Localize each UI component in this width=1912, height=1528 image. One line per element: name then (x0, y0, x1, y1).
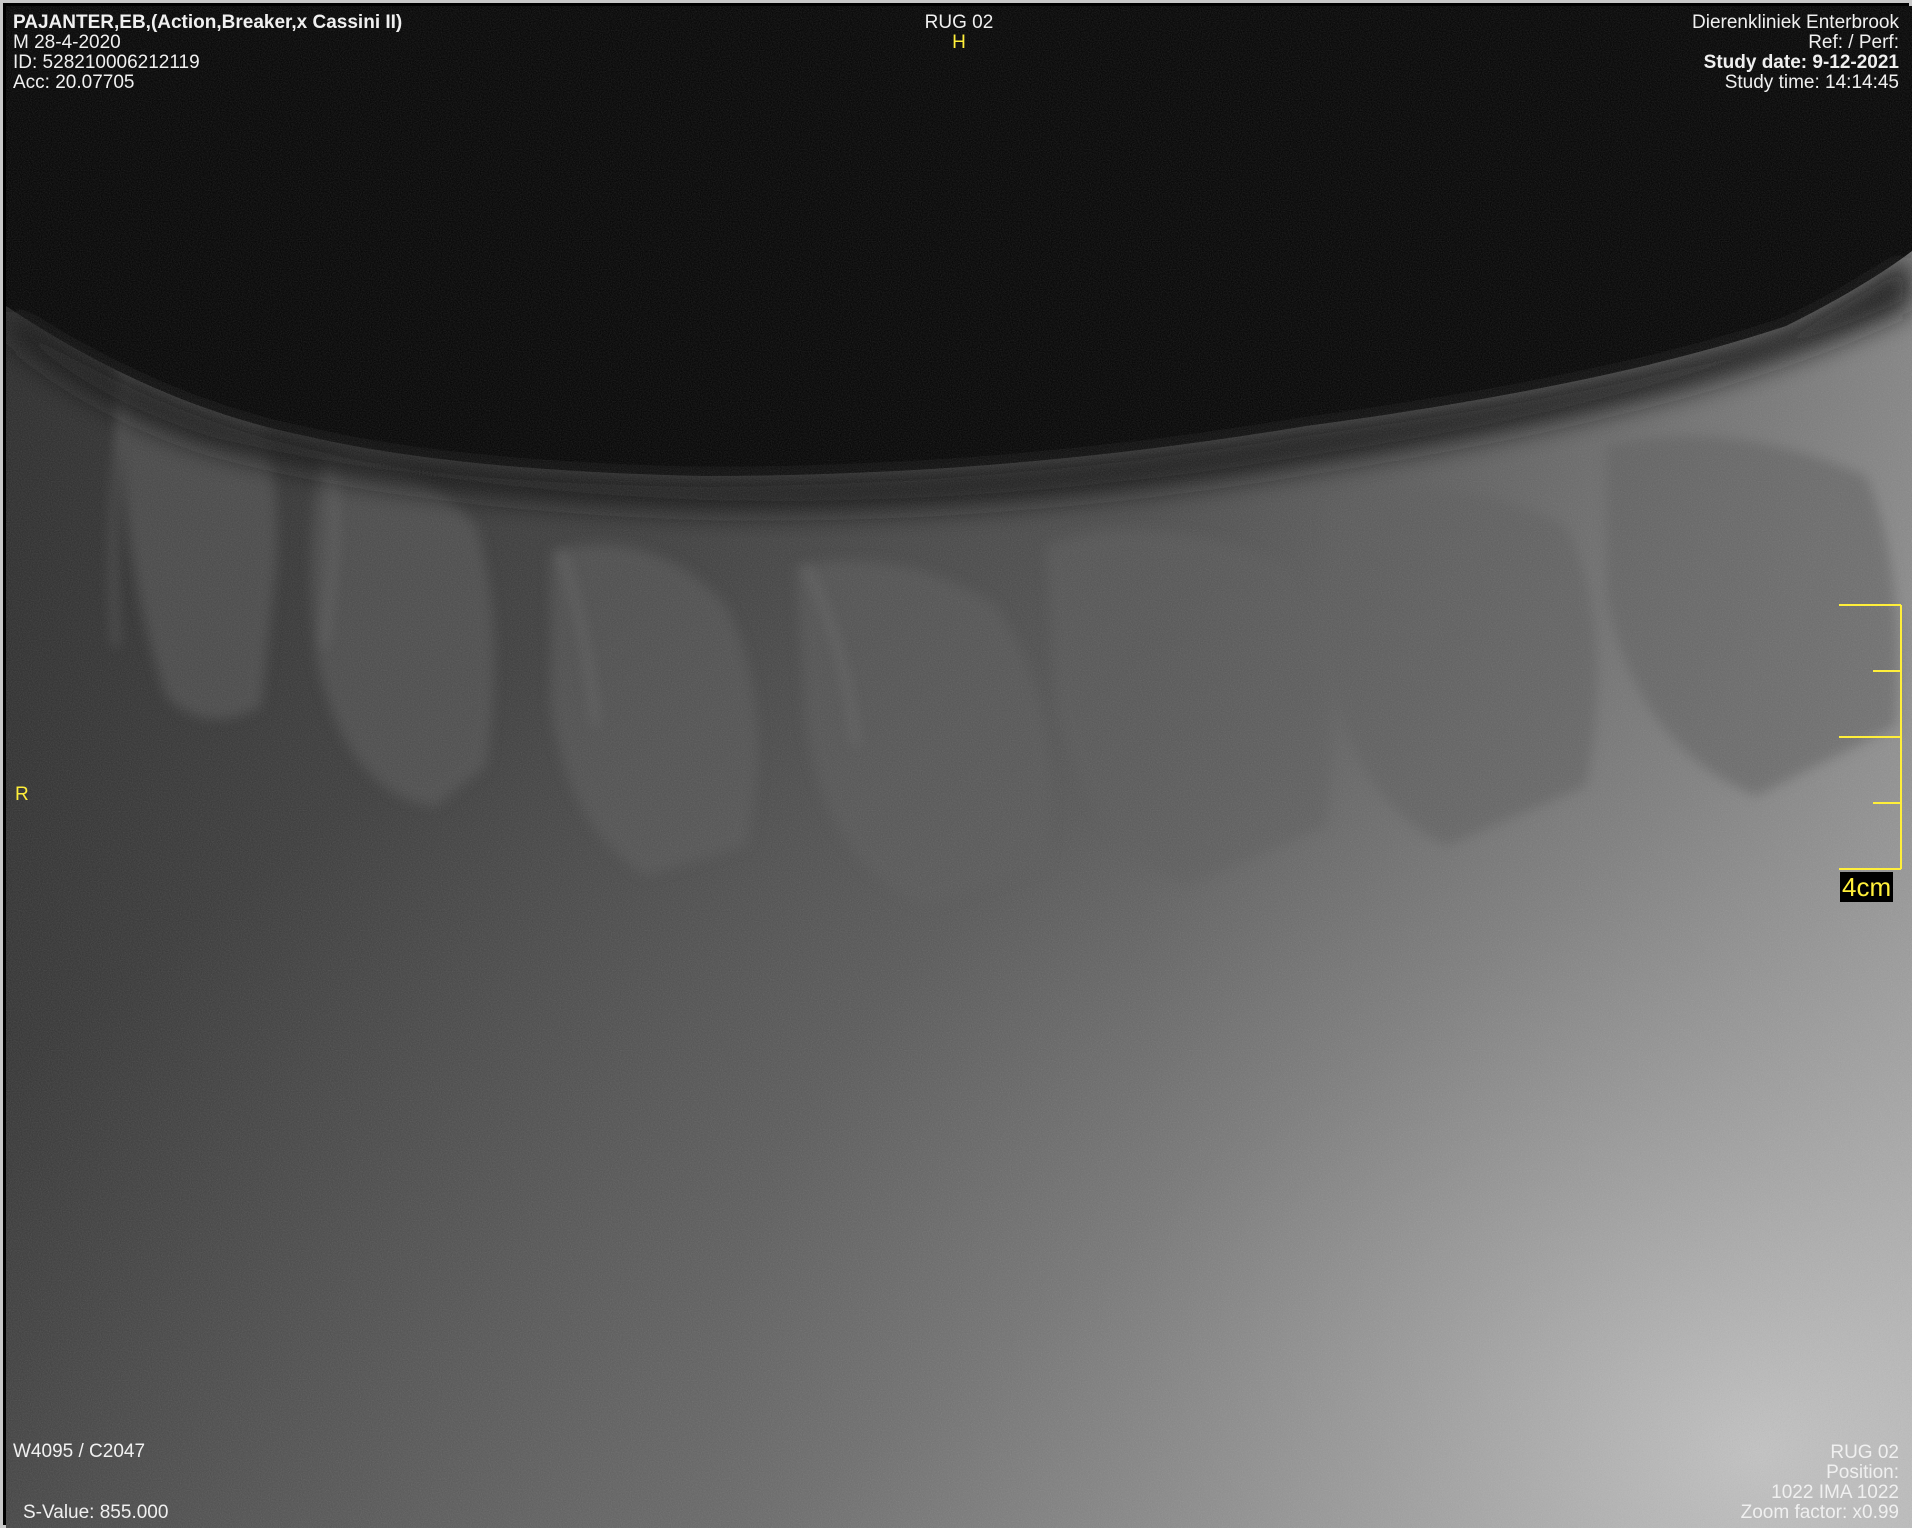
orientation-left-marker: R (15, 784, 29, 805)
zoom-factor: Zoom factor: x0.99 (1740, 1502, 1899, 1523)
orientation-top-marker: H (952, 32, 966, 53)
image-index: 1022 IMA 1022 (1771, 1482, 1899, 1503)
patient-id: ID: 528210006212119 (13, 52, 200, 73)
image-position: Position: (1826, 1462, 1899, 1483)
dicom-viewport[interactable]: PAJANTER,EB,(Action,Breaker,x Cassini II… (0, 0, 1912, 1528)
study-date: Study date: 9-12-2021 (1703, 52, 1899, 73)
scale-bar (1839, 604, 1902, 870)
ref-perf: Ref: / Perf: (1808, 32, 1899, 53)
image-info: RUG 02 Position: 1022 IMA 1022 Zoom fact… (1741, 1443, 1899, 1523)
scale-label: 4cm (1840, 872, 1894, 902)
series-header: RUG 02 H (3, 13, 1912, 53)
window-level: W4095 / C2047 (13, 1441, 146, 1462)
series-title: RUG 02 (924, 12, 994, 33)
s-value: S-Value: 855.000 (23, 1502, 169, 1523)
image-series: RUG 02 (1830, 1442, 1899, 1463)
accession-number: Acc: 20.07705 (13, 72, 135, 93)
radiograph (6, 6, 1912, 1528)
study-info: Dierenkliniek Enterbrook Ref: / Perf: St… (1692, 13, 1899, 93)
institution-name: Dierenkliniek Enterbrook (1692, 12, 1899, 33)
study-time: Study time: 14:14:45 (1724, 72, 1899, 93)
xray-image[interactable] (6, 6, 1912, 1528)
